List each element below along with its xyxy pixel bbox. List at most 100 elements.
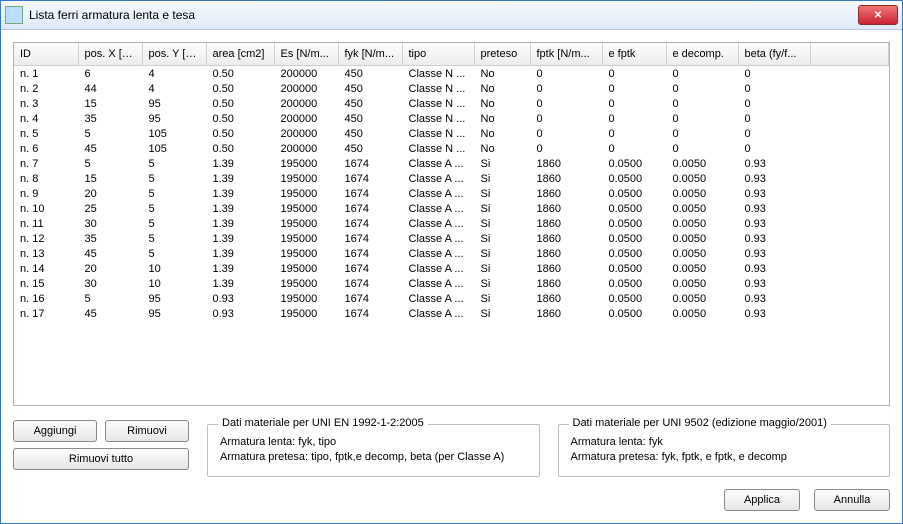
cell-fyk[interactable]: 1674 [338, 171, 402, 186]
cell-beta[interactable]: 0 [738, 111, 810, 126]
cell-tipo[interactable]: Classe A ... [402, 246, 474, 261]
table-row[interactable]: n. 81551.391950001674Classe A ...Si18600… [14, 171, 889, 186]
cell-tipo[interactable]: Classe A ... [402, 156, 474, 171]
cell-es[interactable]: 195000 [274, 171, 338, 186]
cell-ede[interactable]: 0.0050 [666, 291, 738, 306]
cell-ede[interactable]: 0 [666, 141, 738, 156]
cell-py[interactable]: 105 [142, 141, 206, 156]
table-row[interactable]: n. 1640.50200000450Classe N ...No0000 [14, 66, 889, 82]
cell-id[interactable]: n. 7 [14, 156, 78, 171]
cell-efptk[interactable]: 0.0500 [602, 186, 666, 201]
cell-area[interactable]: 0.50 [206, 96, 274, 111]
cell-px[interactable]: 45 [78, 246, 142, 261]
cell-efptk[interactable]: 0 [602, 66, 666, 82]
cell-beta[interactable]: 0 [738, 141, 810, 156]
cell-px[interactable]: 45 [78, 306, 142, 321]
cell-beta[interactable]: 0.93 [738, 231, 810, 246]
cell-efptk[interactable]: 0.0500 [602, 276, 666, 291]
cell-es[interactable]: 195000 [274, 201, 338, 216]
cell-id[interactable]: n. 15 [14, 276, 78, 291]
cell-px[interactable]: 15 [78, 96, 142, 111]
cell-tipo[interactable]: Classe N ... [402, 141, 474, 156]
column-header[interactable]: e fptk [602, 43, 666, 66]
cell-pre[interactable]: No [474, 81, 530, 96]
cell-id[interactable]: n. 17 [14, 306, 78, 321]
cell-px[interactable]: 35 [78, 231, 142, 246]
cell-px[interactable]: 6 [78, 66, 142, 82]
cell-fptk[interactable]: 0 [530, 81, 602, 96]
cell-tipo[interactable]: Classe N ... [402, 96, 474, 111]
cell-area[interactable]: 1.39 [206, 276, 274, 291]
cell-efptk[interactable]: 0.0500 [602, 231, 666, 246]
cell-tipo[interactable]: Classe A ... [402, 231, 474, 246]
cell-pre[interactable]: No [474, 96, 530, 111]
cell-ede[interactable]: 0.0050 [666, 201, 738, 216]
cell-fyk[interactable]: 1674 [338, 261, 402, 276]
cell-px[interactable]: 44 [78, 81, 142, 96]
cell-beta[interactable]: 0.93 [738, 216, 810, 231]
column-header[interactable]: ID [14, 43, 78, 66]
cell-es[interactable]: 195000 [274, 216, 338, 231]
cell-py[interactable]: 95 [142, 111, 206, 126]
cell-fyk[interactable]: 1674 [338, 246, 402, 261]
column-header[interactable]: pos. Y [cm] [142, 43, 206, 66]
cell-ede[interactable]: 0.0050 [666, 231, 738, 246]
cell-beta[interactable]: 0 [738, 66, 810, 82]
cell-fyk[interactable]: 1674 [338, 216, 402, 231]
cell-efptk[interactable]: 0.0500 [602, 261, 666, 276]
cell-area[interactable]: 1.39 [206, 246, 274, 261]
cell-id[interactable]: n. 10 [14, 201, 78, 216]
column-header[interactable]: Es [N/m... [274, 43, 338, 66]
table-row[interactable]: n. 1745950.931950001674Classe A ...Si186… [14, 306, 889, 321]
table-row[interactable]: n. 102551.391950001674Classe A ...Si1860… [14, 201, 889, 216]
cell-efptk[interactable]: 0 [602, 81, 666, 96]
cell-ede[interactable]: 0.0050 [666, 186, 738, 201]
cell-efptk[interactable]: 0.0500 [602, 246, 666, 261]
cell-efptk[interactable]: 0.0500 [602, 156, 666, 171]
cell-area[interactable]: 1.39 [206, 201, 274, 216]
table-row[interactable]: n. 165950.931950001674Classe A ...Si1860… [14, 291, 889, 306]
cell-area[interactable]: 0.93 [206, 306, 274, 321]
cell-ede[interactable]: 0.0050 [666, 246, 738, 261]
cell-efptk[interactable]: 0 [602, 126, 666, 141]
cell-tipo[interactable]: Classe A ... [402, 276, 474, 291]
cell-efptk[interactable]: 0.0500 [602, 216, 666, 231]
cell-py[interactable]: 5 [142, 156, 206, 171]
column-header[interactable]: pos. X [cm] [78, 43, 142, 66]
cell-tipo[interactable]: Classe A ... [402, 201, 474, 216]
cell-tipo[interactable]: Classe A ... [402, 306, 474, 321]
cell-fyk[interactable]: 1674 [338, 231, 402, 246]
cell-es[interactable]: 200000 [274, 126, 338, 141]
cell-py[interactable]: 10 [142, 276, 206, 291]
cell-beta[interactable]: 0.93 [738, 261, 810, 276]
table-row[interactable]: n. 1530101.391950001674Classe A ...Si186… [14, 276, 889, 291]
cell-fptk[interactable]: 0 [530, 66, 602, 82]
cell-area[interactable]: 0.50 [206, 111, 274, 126]
cell-fptk[interactable]: 1860 [530, 156, 602, 171]
table-row[interactable]: n. 113051.391950001674Classe A ...Si1860… [14, 216, 889, 231]
cell-tipo[interactable]: Classe A ... [402, 171, 474, 186]
cell-px[interactable]: 35 [78, 111, 142, 126]
cell-fptk[interactable]: 1860 [530, 276, 602, 291]
cell-efptk[interactable]: 0.0500 [602, 201, 666, 216]
cell-fyk[interactable]: 450 [338, 111, 402, 126]
cell-fyk[interactable]: 450 [338, 96, 402, 111]
cell-ede[interactable]: 0.0050 [666, 306, 738, 321]
cell-px[interactable]: 20 [78, 186, 142, 201]
cell-pre[interactable]: Si [474, 291, 530, 306]
titlebar[interactable]: Lista ferri armatura lenta e tesa ✕ [1, 1, 902, 30]
cell-fptk[interactable]: 1860 [530, 216, 602, 231]
cell-px[interactable]: 15 [78, 171, 142, 186]
cell-tipo[interactable]: Classe N ... [402, 126, 474, 141]
column-header[interactable]: fptk [N/m... [530, 43, 602, 66]
cell-pre[interactable]: Si [474, 156, 530, 171]
cell-fptk[interactable]: 1860 [530, 261, 602, 276]
data-grid[interactable]: IDpos. X [cm]pos. Y [cm]area [cm2]Es [N/… [13, 42, 890, 406]
cell-px[interactable]: 5 [78, 291, 142, 306]
cell-tipo[interactable]: Classe A ... [402, 261, 474, 276]
cell-py[interactable]: 5 [142, 171, 206, 186]
cell-tipo[interactable]: Classe A ... [402, 291, 474, 306]
cell-ede[interactable]: 0 [666, 126, 738, 141]
cell-fptk[interactable]: 0 [530, 96, 602, 111]
cell-ede[interactable]: 0.0050 [666, 156, 738, 171]
